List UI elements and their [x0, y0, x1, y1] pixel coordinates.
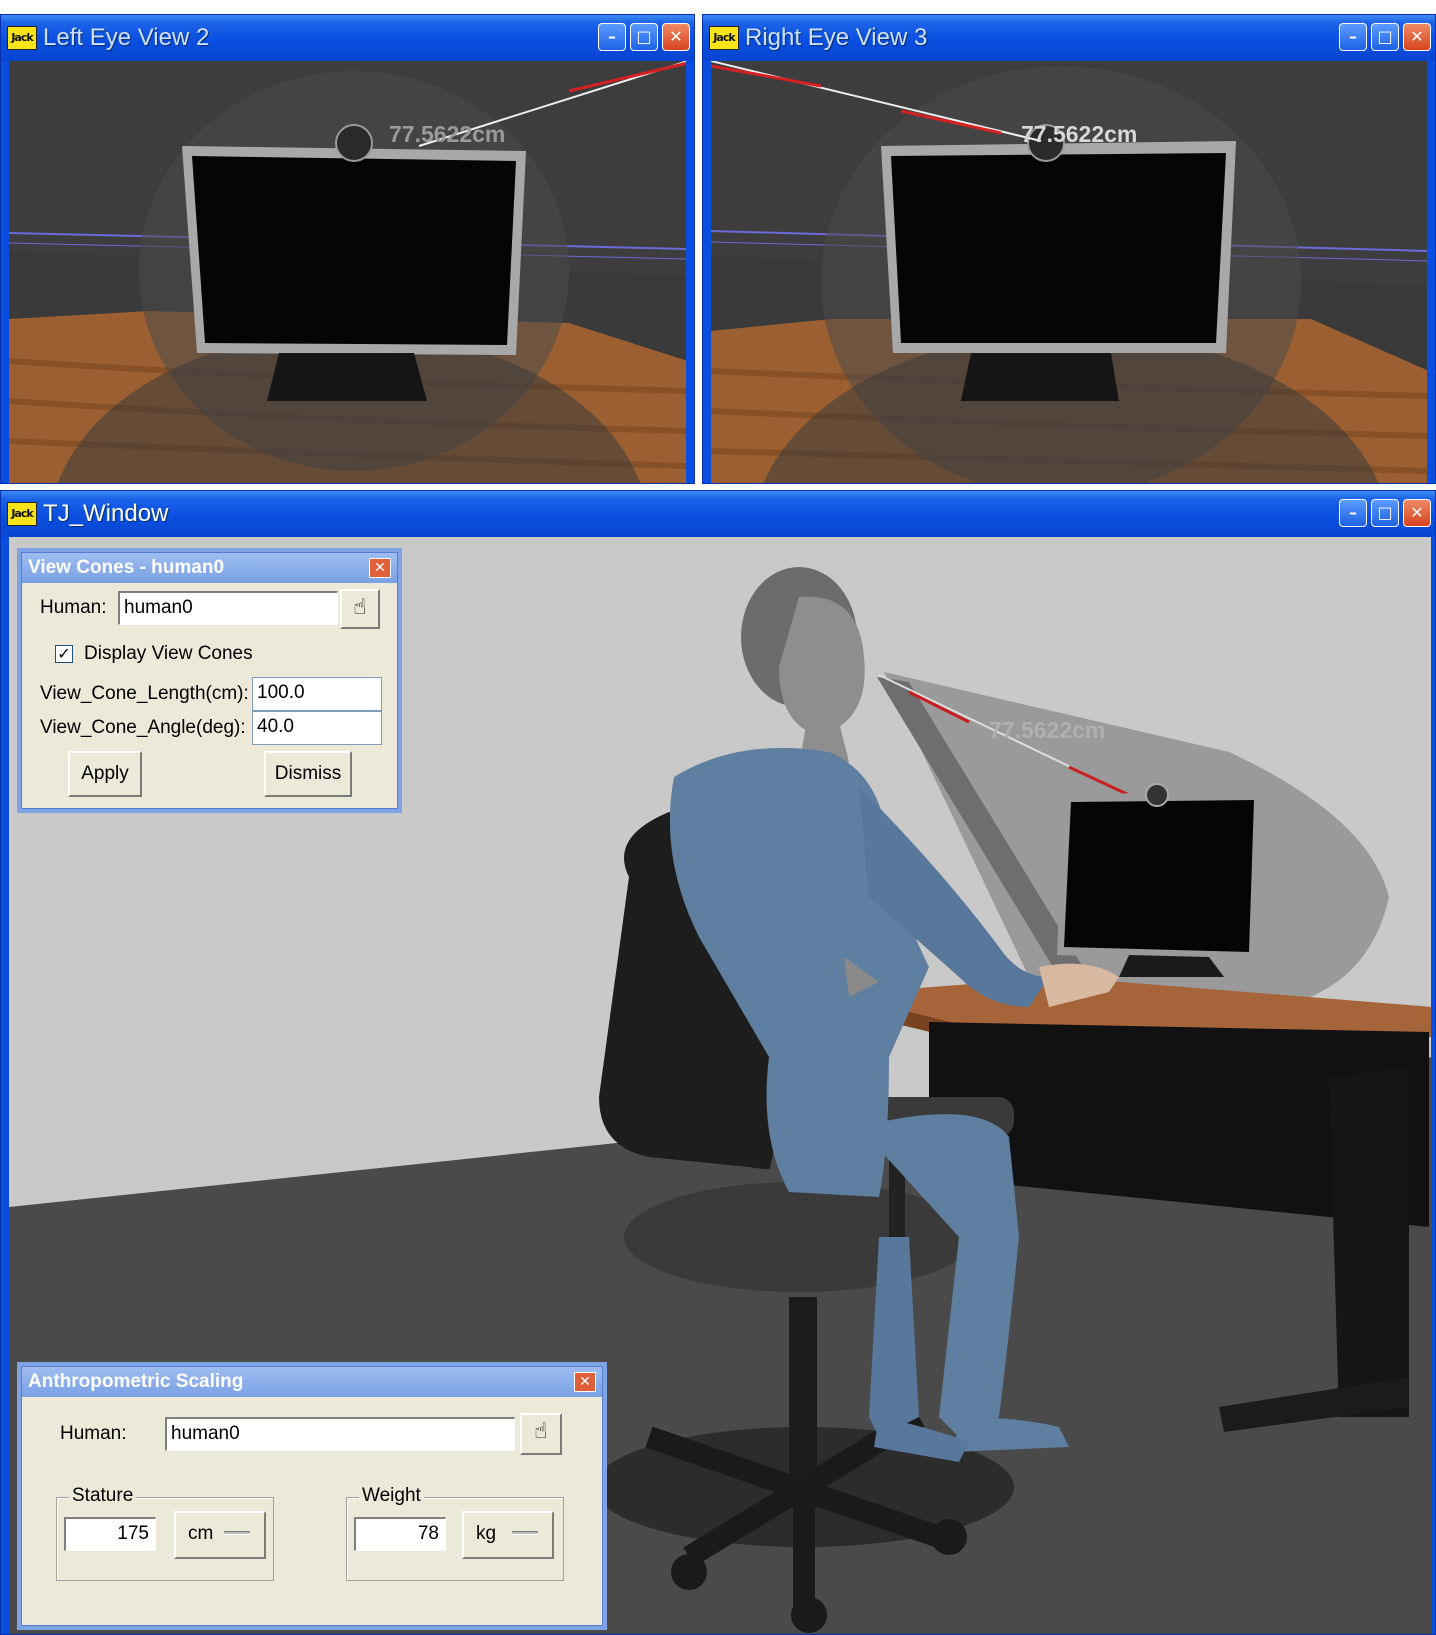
left-eye-titlebar[interactable]: Jack Left Eye View 2 – □ ✕: [1, 15, 694, 61]
tj-window-title: TJ_Window: [43, 500, 169, 527]
jack-app-icon: Jack: [709, 26, 739, 50]
right-eye-window[interactable]: Jack Right Eye View 3 – □ ✕ 77.5622cm: [702, 14, 1436, 484]
stature-field[interactable]: 175: [64, 1517, 156, 1551]
human-field[interactable]: human0: [165, 1417, 515, 1451]
view-cones-dialog[interactable]: View Cones - human0 ✕ Human: human0 ☝ ✓ …: [17, 548, 402, 813]
weight-field[interactable]: 78: [354, 1517, 446, 1551]
display-view-cones-label: Display View Cones: [84, 643, 253, 664]
minimize-button[interactable]: –: [1339, 23, 1367, 51]
left-eye-viewport[interactable]: 77.5622cm: [9, 61, 686, 483]
maximize-button[interactable]: □: [1371, 499, 1399, 527]
hand-pointer-icon[interactable]: ☝: [340, 589, 380, 629]
close-button[interactable]: ✕: [1403, 499, 1431, 527]
tj-window-titlebar[interactable]: Jack TJ_Window – □ ✕: [1, 491, 1435, 537]
maximize-button[interactable]: □: [1371, 23, 1399, 51]
dropdown-bar-icon: [512, 1531, 538, 1535]
view-cones-title: View Cones - human0: [22, 553, 397, 583]
weight-label: Weight: [359, 1485, 424, 1507]
right-eye-title: Right Eye View 3: [745, 24, 928, 51]
hand-pointer-icon[interactable]: ☝: [520, 1413, 562, 1455]
weight-unit-dropdown[interactable]: kg: [462, 1511, 554, 1559]
close-button[interactable]: ✕: [1403, 23, 1431, 51]
left-eye-window[interactable]: Jack Left Eye View 2 – □ ✕ 77.5622cm: [0, 14, 695, 484]
minimize-button[interactable]: –: [598, 23, 626, 51]
jack-app-icon: Jack: [7, 26, 37, 50]
weight-unit-label: kg: [476, 1523, 497, 1544]
stature-unit-label: cm: [188, 1523, 214, 1544]
left-eye-distance-label: 77.5622cm: [389, 121, 506, 147]
left-eye-scene: [9, 61, 686, 483]
close-button[interactable]: ✕: [662, 23, 690, 51]
main-distance-label: 77.5622cm: [989, 717, 1106, 743]
anthropometric-dialog[interactable]: Anthropometric Scaling ✕ Human: human0 ☝…: [17, 1362, 607, 1630]
minimize-button[interactable]: –: [1339, 499, 1367, 527]
stature-label: Stature: [69, 1485, 137, 1507]
display-view-cones-checkbox[interactable]: ✓: [55, 645, 73, 663]
view-cone-length-field[interactable]: 100.0: [252, 677, 382, 711]
right-eye-distance-label: 77.5622cm: [1021, 121, 1138, 147]
left-eye-title: Left Eye View 2: [43, 24, 210, 51]
view-cone-angle-field[interactable]: 40.0: [252, 711, 382, 745]
anthro-title: Anthropometric Scaling: [22, 1367, 602, 1397]
jack-app-icon: Jack: [7, 502, 37, 526]
maximize-button[interactable]: □: [630, 23, 658, 51]
close-icon[interactable]: ✕: [574, 1372, 596, 1392]
dropdown-bar-icon: [224, 1531, 250, 1535]
right-eye-viewport[interactable]: 77.5622cm: [711, 61, 1427, 483]
apply-button[interactable]: Apply: [68, 751, 142, 797]
right-eye-titlebar[interactable]: Jack Right Eye View 3 – □ ✕: [703, 15, 1435, 61]
stature-unit-dropdown[interactable]: cm: [174, 1511, 266, 1559]
human-label: Human:: [40, 597, 107, 618]
close-icon[interactable]: ✕: [369, 558, 391, 578]
human-field[interactable]: human0: [118, 591, 338, 625]
view-cone-length-label: View_Cone_Length(cm):: [40, 683, 249, 704]
view-cone-angle-label: View_Cone_Angle(deg):: [40, 717, 246, 738]
dismiss-button[interactable]: Dismiss: [264, 751, 352, 797]
human-label: Human:: [60, 1423, 127, 1444]
